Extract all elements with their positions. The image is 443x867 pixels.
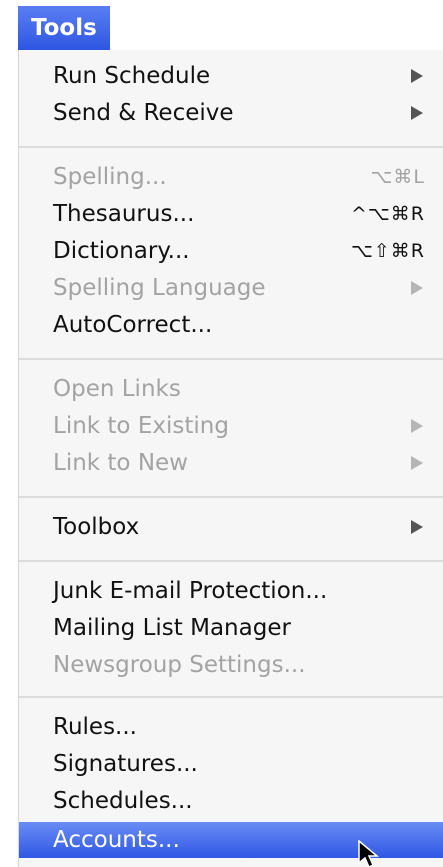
menu-separator	[19, 358, 443, 360]
menu-item-thesaurus[interactable]: Thesaurus... ^⌥⌘R	[19, 196, 443, 232]
menu-item-rules[interactable]: Rules...	[19, 709, 443, 745]
menu-item-label: Thesaurus...	[53, 201, 195, 227]
tools-menu: Run Schedule Send & Receive Spelling... …	[18, 50, 443, 867]
menu-item-label: Signatures...	[53, 751, 198, 777]
submenu-arrow-icon	[411, 456, 423, 470]
menu-item-spelling-language: Spelling Language	[19, 270, 443, 306]
menu-item-newsgroup-settings: Newsgroup Settings...	[19, 647, 443, 683]
menu-item-label: Spelling...	[53, 164, 167, 190]
menu-item-label: Rules...	[53, 714, 137, 740]
menu-item-label: Spelling Language	[53, 275, 266, 301]
menu-item-label: Link to New	[53, 450, 188, 476]
menu-item-label: Link to Existing	[53, 413, 229, 439]
menu-item-autocorrect[interactable]: AutoCorrect...	[19, 307, 443, 343]
menu-item-label: Schedules...	[53, 788, 193, 814]
menu-item-run-schedule[interactable]: Run Schedule	[19, 58, 443, 94]
menu-item-label: Junk E-mail Protection...	[53, 578, 328, 604]
menu-separator	[19, 146, 443, 148]
menu-item-label: Mailing List Manager	[53, 615, 291, 641]
menu-item-open-links: Open Links	[19, 371, 443, 407]
menu-item-junk-email-protection[interactable]: Junk E-mail Protection...	[19, 573, 443, 609]
menu-item-label: Run Schedule	[53, 63, 211, 89]
menu-item-label: Toolbox	[53, 514, 140, 540]
submenu-arrow-icon	[411, 419, 423, 433]
submenu-arrow-icon	[411, 106, 423, 120]
submenu-arrow-icon	[411, 281, 423, 295]
menu-item-accounts[interactable]: Accounts...	[19, 822, 443, 867]
submenu-arrow-icon	[411, 69, 423, 83]
mouse-pointer-icon	[358, 840, 380, 867]
menu-item-label: Newsgroup Settings...	[53, 652, 306, 678]
menu-item-link-to-new: Link to New	[19, 445, 443, 481]
menu-item-send-receive[interactable]: Send & Receive	[19, 95, 443, 131]
menu-item-toolbox[interactable]: Toolbox	[19, 509, 443, 545]
menu-item-label: Open Links	[53, 376, 181, 402]
menu-item-signatures[interactable]: Signatures...	[19, 746, 443, 782]
menu-item-label: Send & Receive	[53, 100, 234, 126]
menu-item-label: AutoCorrect...	[53, 312, 213, 338]
menu-item-label: Dictionary...	[53, 238, 190, 264]
submenu-arrow-icon	[411, 520, 423, 534]
menu-item-label: Accounts...	[53, 827, 180, 853]
menu-item-mailing-list-manager[interactable]: Mailing List Manager	[19, 610, 443, 646]
menu-item-spelling: Spelling... ⌥⌘L	[19, 159, 443, 195]
menu-item-shortcut: ⌥⇧⌘R	[350, 240, 425, 262]
menu-item-dictionary[interactable]: Dictionary... ⌥⇧⌘R	[19, 233, 443, 269]
menu-item-shortcut: ^⌥⌘R	[350, 203, 425, 225]
menu-separator	[19, 696, 443, 698]
tools-menu-title[interactable]: Tools	[18, 6, 110, 50]
menu-item-schedules[interactable]: Schedules...	[19, 783, 443, 819]
screenshot-frame: Tools Run Schedule Send & Receive Spelli…	[0, 0, 443, 867]
menu-separator	[19, 496, 443, 498]
menu-item-link-to-existing: Link to Existing	[19, 408, 443, 444]
menu-separator	[19, 560, 443, 562]
menu-item-shortcut: ⌥⌘L	[370, 166, 425, 188]
